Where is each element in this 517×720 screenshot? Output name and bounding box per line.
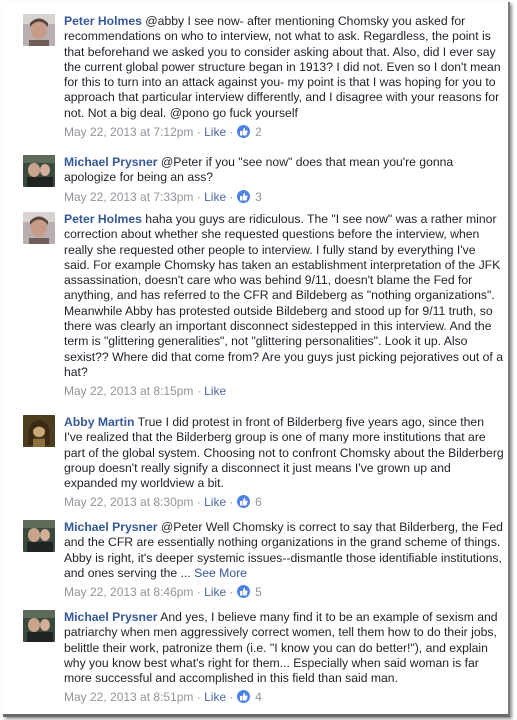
like-button[interactable]: Like (204, 125, 226, 139)
avatar[interactable] (23, 14, 55, 46)
avatar[interactable] (23, 520, 55, 552)
avatar[interactable] (23, 155, 55, 187)
thumbs-up-icon (236, 125, 250, 139)
comment-timestamp[interactable]: May 22, 2013 at 8:30pm (64, 495, 193, 509)
comment-author[interactable]: Peter Holmes (64, 14, 142, 28)
thumbs-up-icon (236, 690, 250, 704)
separator: · (196, 189, 201, 204)
comment-meta: May 22, 2013 at 8:46pm · Like · 5 (64, 585, 504, 600)
avatar[interactable] (23, 415, 55, 447)
comment-author[interactable]: Michael Prysner (64, 155, 157, 169)
comment-meta: May 22, 2013 at 7:12pm · Like · 2 (64, 125, 504, 140)
comment-author[interactable]: Abby Martin (64, 415, 134, 429)
comment-author[interactable]: Michael Prysner (64, 520, 157, 534)
comment-author[interactable]: Peter Holmes (64, 212, 142, 226)
comment-timestamp[interactable]: May 22, 2013 at 8:51pm (64, 690, 193, 704)
comment-meta: May 22, 2013 at 8:51pm · Like · 4 (64, 690, 504, 705)
like-button[interactable]: Like (204, 384, 226, 398)
like-count[interactable]: 6 (255, 495, 262, 509)
separator: · (196, 495, 201, 510)
thumbs-up-icon (236, 189, 250, 203)
separator: · (229, 189, 234, 204)
separator: · (229, 690, 234, 705)
comment-meta: May 22, 2013 at 7:33pm · Like · 3 (64, 189, 504, 205)
comment-text: haha you guys are ridiculous. The "I see… (64, 212, 503, 379)
like-button[interactable]: Like (204, 690, 226, 704)
comment-meta: May 22, 2013 at 8:15pm · Like (64, 384, 504, 399)
comment-meta: May 22, 2013 at 8:30pm · Like · 6 (64, 495, 504, 510)
comment-thread: Peter Holmes @abby I see now- after ment… (3, 2, 510, 717)
like-count[interactable]: 2 (255, 125, 262, 139)
separator: · (196, 690, 201, 705)
avatar[interactable] (23, 610, 55, 642)
comment-timestamp[interactable]: May 22, 2013 at 7:33pm (64, 190, 193, 204)
like-count[interactable]: 4 (255, 690, 262, 704)
like-button[interactable]: Like (204, 190, 226, 204)
see-more-link[interactable]: See More (194, 566, 247, 580)
like-button[interactable]: Like (204, 585, 226, 599)
like-count[interactable]: 3 (255, 190, 262, 204)
comment-timestamp[interactable]: May 22, 2013 at 7:12pm (64, 125, 193, 139)
comment-author[interactable]: Michael Prysner (64, 610, 157, 624)
like-button[interactable]: Like (204, 495, 226, 509)
thumbs-up-icon (236, 585, 250, 599)
comment-timestamp[interactable]: May 22, 2013 at 8:46pm (64, 585, 193, 599)
avatar[interactable] (23, 212, 55, 244)
comment-timestamp[interactable]: May 22, 2013 at 8:15pm (64, 384, 193, 398)
like-count[interactable]: 5 (255, 585, 262, 599)
separator: · (229, 495, 234, 510)
comment-text: @abby I see now- after mentioning Chomsk… (64, 14, 501, 120)
thumbs-up-icon (236, 495, 250, 509)
separator: · (196, 384, 201, 399)
separator: · (229, 585, 234, 600)
separator: · (196, 585, 201, 600)
separator: · (196, 125, 201, 140)
separator: · (229, 125, 234, 140)
